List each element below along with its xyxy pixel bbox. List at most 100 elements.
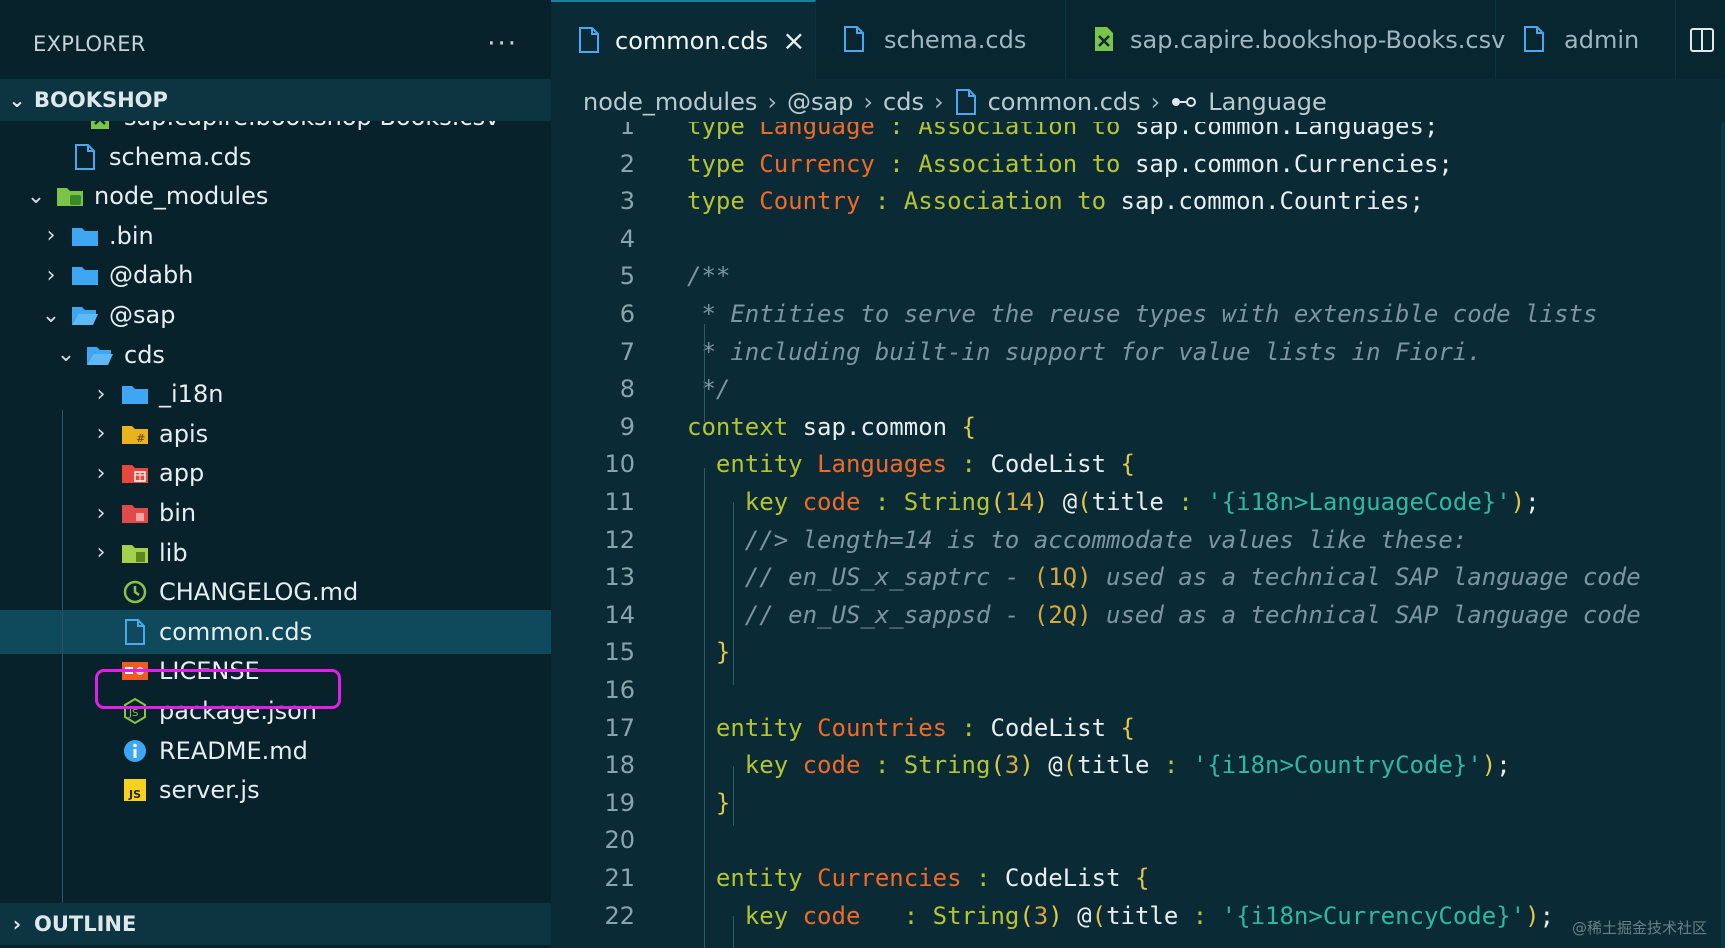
code-text: key code : String(3) @(title : '{i18n>Co… — [687, 746, 1511, 784]
close-icon[interactable]: × — [782, 24, 805, 57]
tab-admin[interactable]: admin — [1496, 0, 1676, 79]
code-token: } — [715, 638, 731, 667]
tree-item-app[interactable]: › app — [0, 451, 551, 495]
code-line[interactable]: 21 entity Currencies : CodeList { — [551, 859, 1721, 897]
section-header-outline[interactable]: › OUTLINE — [0, 903, 551, 945]
info-icon — [121, 737, 149, 765]
code-line[interactable]: 10 entity Languages : CodeList { — [551, 445, 1721, 483]
code-line[interactable]: 9 context sap.common { — [551, 408, 1721, 446]
chevron-down-icon[interactable]: ⌄ — [54, 342, 78, 367]
code-token: '{i18n>LanguageCode}' — [1207, 488, 1511, 516]
code-line[interactable]: 7 * including built-in support for value… — [551, 333, 1721, 371]
code-line[interactable]: 18 key code : String(3) @(title : '{i18n… — [551, 746, 1721, 784]
code-token: ) — [1033, 488, 1049, 516]
tree-item-lib[interactable]: › lib — [0, 531, 551, 575]
section-title: BOOKSHOP — [34, 88, 168, 112]
code-line[interactable]: 13 // en_US_x_saptrc - (1Q) used as a te… — [551, 558, 1721, 596]
line-number: 22 — [604, 901, 635, 930]
code-token: ; — [1525, 488, 1540, 516]
code-line[interactable]: 4 — [551, 220, 1721, 258]
code-line[interactable]: 1 type Language : Association to sap.comm… — [551, 122, 1721, 145]
code-token: ) — [1510, 488, 1526, 516]
tree-item-common-cds[interactable]: ›common.cds — [0, 609, 551, 654]
chevron-down-icon[interactable]: ⌄ — [39, 303, 63, 328]
more-actions-icon[interactable]: ··· — [487, 29, 518, 59]
tree-item-readme-md[interactable]: ›README.md — [0, 729, 551, 773]
code-line[interactable]: 16 — [551, 671, 1721, 709]
code-text: context sap.common { — [687, 408, 976, 446]
code-token: : — [947, 450, 991, 479]
code-line[interactable]: 3 type Country : Association to sap.commo… — [551, 182, 1721, 220]
tree-item-node-modules[interactable]: ⌄ node_modules — [0, 174, 551, 218]
tree-item-bin[interactable]: › .bin — [0, 214, 551, 258]
breadcrumb-item[interactable]: node_modules — [583, 88, 757, 116]
code-line[interactable]: 12 //> length=14 is to accommodate value… — [551, 521, 1721, 559]
code-line[interactable]: 2 type Currency : Association to sap.comm… — [551, 145, 1721, 183]
code-token: type — [687, 187, 760, 216]
code-line[interactable]: 17 entity Countries : CodeList { — [551, 709, 1721, 747]
tree-item-cds[interactable]: ⌄ cds — [0, 333, 551, 377]
code-token: //> length=14 is to accommodate values l… — [744, 525, 1468, 554]
tree-item-label: sap.capire.bookshop-Books.csv — [124, 121, 499, 131]
code-line[interactable]: 20 — [551, 821, 1721, 859]
code-line[interactable]: 19 } — [551, 784, 1721, 822]
tab-sap-capire-bookshop-books-csv[interactable]: sap.capire.bookshop-Books.csv — [1066, 0, 1505, 79]
tree-item-server-js[interactable]: ›JSserver.js — [0, 768, 551, 812]
code-line[interactable]: 11 key code : String(14) @(title : '{i18… — [551, 483, 1721, 521]
chevron-right-icon[interactable]: › — [89, 501, 113, 526]
tab-common-cds[interactable]: common.cds × — [551, 0, 816, 79]
file-icon — [842, 25, 870, 55]
chevron-right-icon[interactable]: › — [89, 382, 113, 407]
code-token: ) — [1481, 751, 1497, 780]
line-number: 2 — [619, 149, 635, 178]
section-header-bookshop[interactable]: ⌄ BOOKSHOP — [0, 79, 551, 121]
chevron-down-icon[interactable]: ⌄ — [24, 184, 48, 209]
code-text: key code : String(14) @(title : '{i18n>L… — [687, 483, 1540, 521]
code-line[interactable]: 5 /** — [551, 257, 1721, 295]
code-line[interactable]: 22 key code : String(3) @(title : '{i18n… — [551, 897, 1721, 935]
chevron-right-icon[interactable]: › — [89, 461, 113, 486]
split-editor-icon[interactable] — [1679, 0, 1725, 79]
tree-item-bin[interactable]: › bin — [0, 491, 551, 535]
line-number: 6 — [619, 300, 635, 328]
code-token: key — [744, 488, 803, 516]
code-token: '{i18n>CurrencyCode}' — [1221, 901, 1526, 930]
line-number: 11 — [604, 488, 635, 516]
breadcrumb-item[interactable]: common.cds — [988, 88, 1141, 116]
tree-item-dabh[interactable]: › @dabh — [0, 253, 551, 297]
code-line[interactable]: 15 } — [551, 633, 1721, 671]
chevron-right-icon[interactable]: › — [89, 421, 113, 446]
tree-item-label: common.cds — [159, 617, 313, 646]
explorer-header: EXPLORER ··· — [0, 0, 551, 88]
code-line[interactable]: 8 */ — [551, 370, 1721, 408]
tree-item-label: lib — [159, 538, 188, 567]
code-line[interactable]: 6 * Entities to serve the reuse types wi… — [551, 295, 1721, 333]
breadcrumb-item[interactable]: Language — [1208, 88, 1326, 116]
tab-schema-cds[interactable]: schema.cds — [816, 0, 1066, 79]
code-token: } — [715, 788, 731, 817]
tree-item-i18n[interactable]: › _i18n — [0, 372, 551, 416]
line-number: 4 — [619, 224, 635, 253]
tree-item-sap[interactable]: ⌄ @sap — [0, 293, 551, 337]
chevron-right-icon[interactable]: › — [39, 223, 63, 248]
breadcrumb-item[interactable]: @sap — [787, 88, 853, 116]
tree-item-schema-cds[interactable]: ›schema.cds — [0, 135, 551, 179]
file-icon — [71, 143, 99, 171]
tree-item-changelog-md[interactable]: ›CHANGELOG.md — [0, 570, 551, 614]
tree-item-label: schema.cds — [109, 142, 252, 171]
chevron-right-icon[interactable]: › — [89, 540, 113, 565]
file-icon — [577, 26, 601, 56]
line-number: 15 — [604, 638, 635, 667]
tree-item-label: cds — [124, 340, 165, 369]
line-number: 21 — [604, 864, 635, 892]
chevron-right-icon[interactable]: › — [39, 263, 63, 288]
code-token: Language — [759, 122, 875, 140]
breadcrumb-item[interactable]: cds — [883, 88, 924, 116]
scrollbar[interactable] — [1721, 122, 1725, 948]
tree-item-apis[interactable]: › # apis — [0, 412, 551, 456]
tree-item-label: README.md — [159, 736, 308, 765]
code-editor[interactable]: 1 type Language : Association to sap.comm… — [551, 122, 1721, 948]
code-token: 3 — [1004, 751, 1020, 780]
code-line[interactable]: 14 // en_US_x_sappsd - (2Q) used as a te… — [551, 596, 1721, 634]
line-number: 7 — [619, 337, 635, 366]
